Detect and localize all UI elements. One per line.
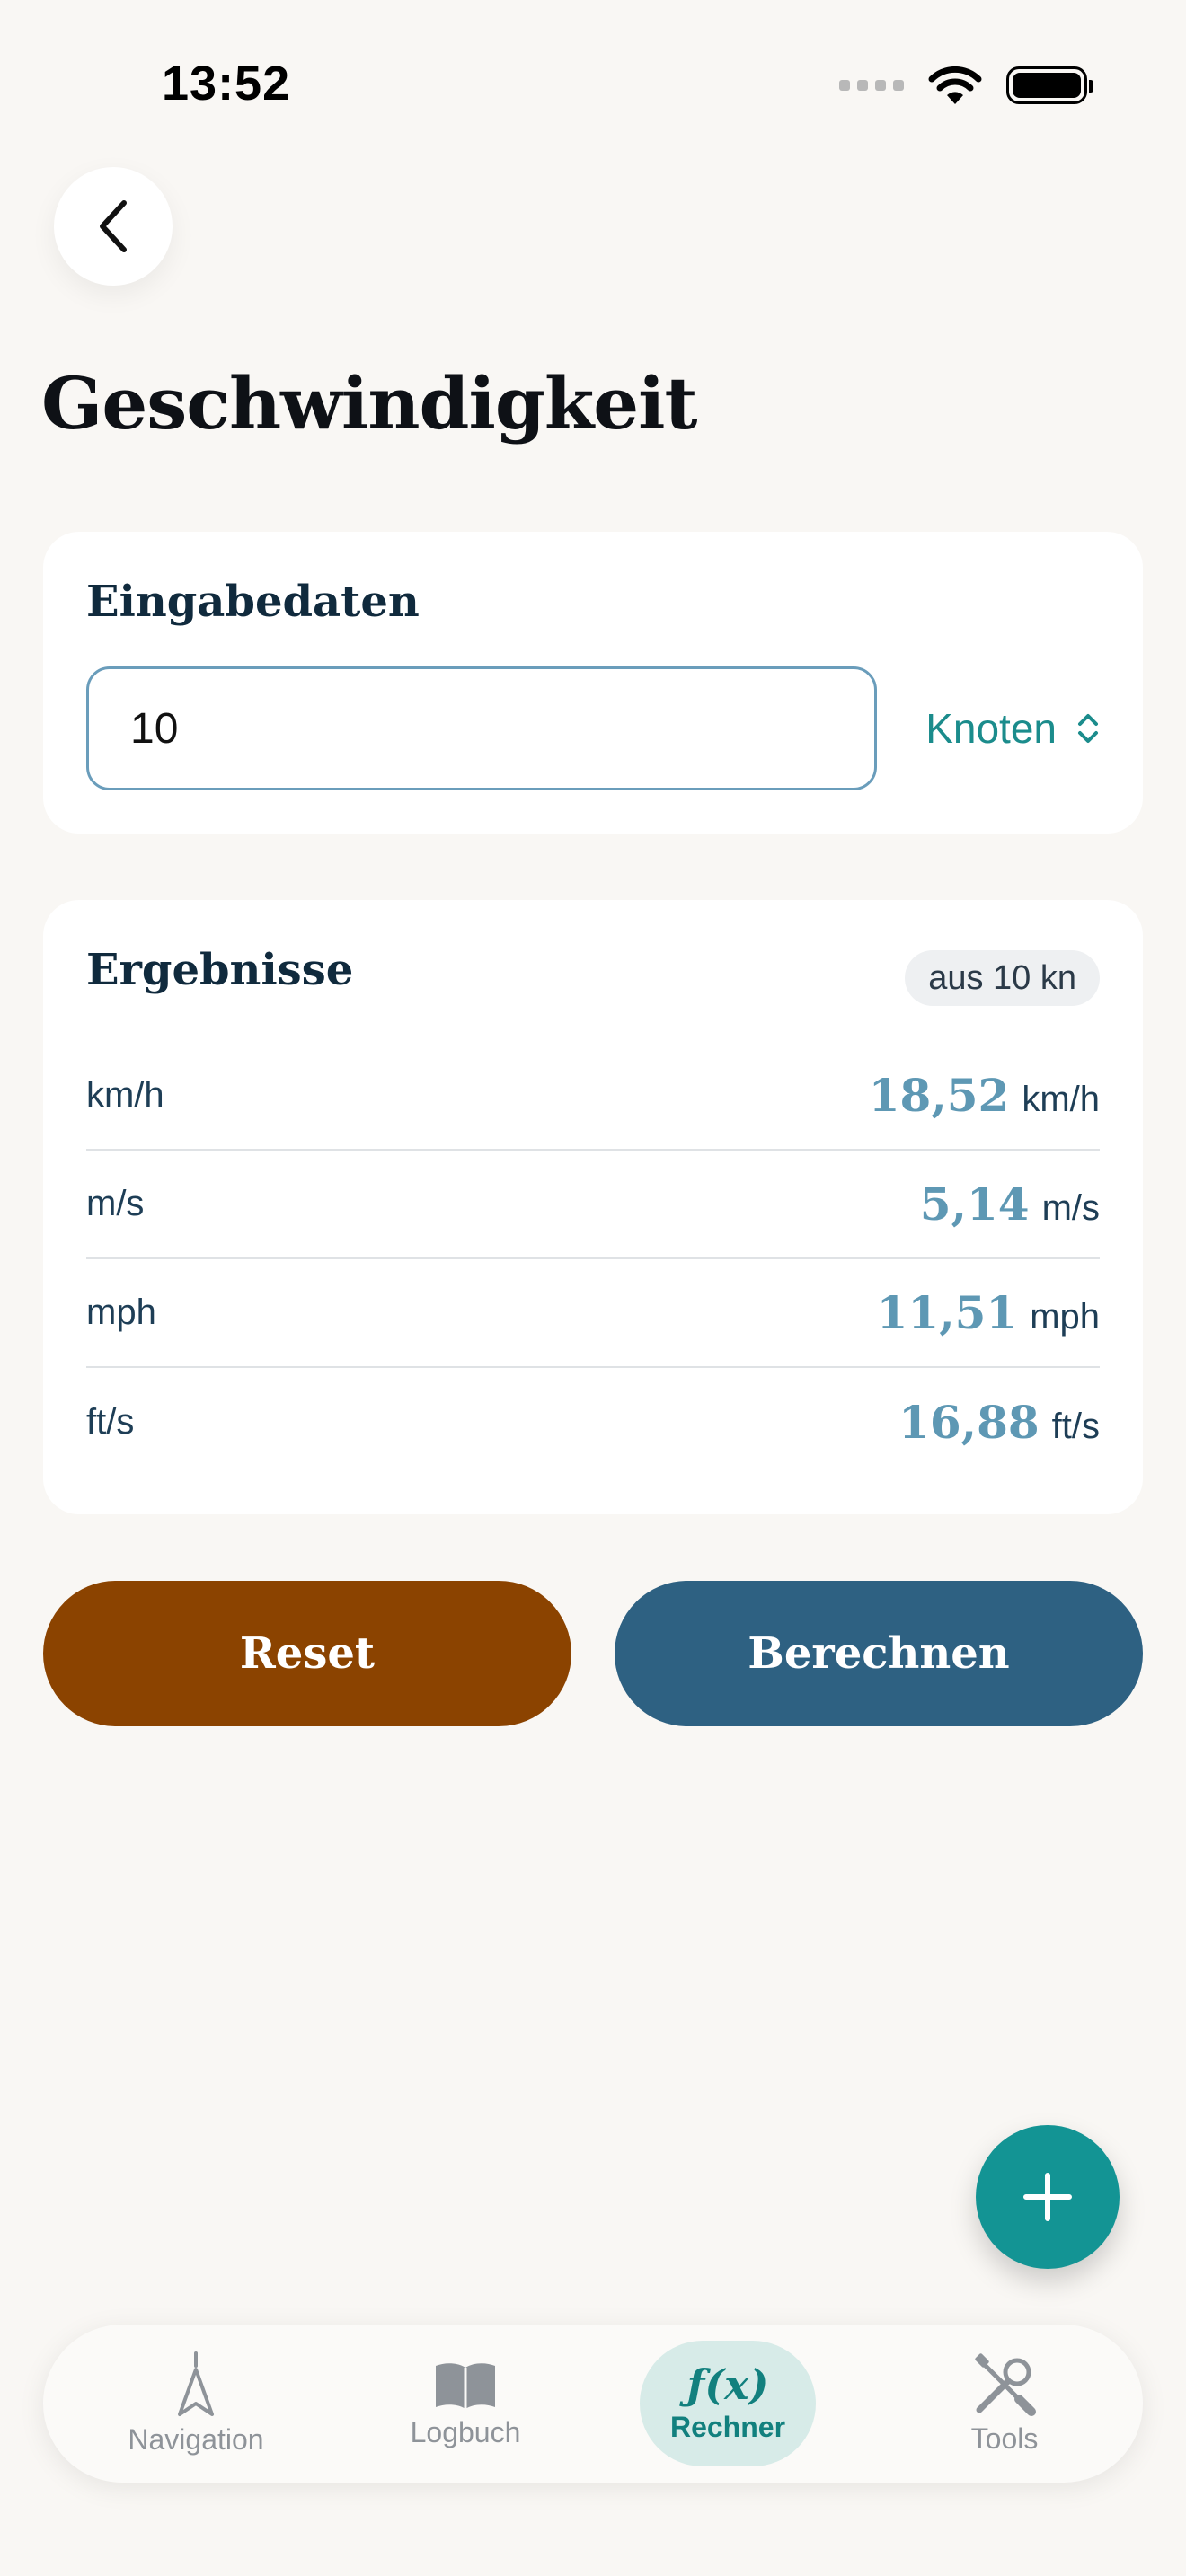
result-number: 5,14: [919, 1178, 1030, 1231]
result-value-group: 16,88 ft/s: [898, 1396, 1100, 1449]
status-icons: [839, 65, 1093, 106]
unit-select[interactable]: Knoten: [925, 666, 1100, 790]
result-unit: mph: [1030, 1297, 1100, 1337]
source-badge: aus 10 kn: [905, 950, 1100, 1006]
calculate-button[interactable]: Berechnen: [615, 1581, 1143, 1726]
function-icon: ƒ(x): [686, 2360, 769, 2409]
tab-rechner[interactable]: ƒ(x) Rechner: [640, 2341, 816, 2466]
tab-logbuch[interactable]: Logbuch: [367, 2325, 564, 2483]
status-time: 13:52: [162, 57, 291, 110]
result-label: ft/s: [86, 1402, 135, 1442]
results-list: km/h 18,52 km/h m/s 5,14 m/s mph 11,51 m…: [86, 1042, 1100, 1477]
result-row-kmh: km/h 18,52 km/h: [86, 1042, 1100, 1151]
results-card-heading: Ergebnisse: [86, 945, 354, 995]
tools-icon: [975, 2352, 1036, 2416]
plus-icon: [1023, 2173, 1072, 2221]
back-button[interactable]: [54, 167, 173, 286]
results-card: Ergebnisse aus 10 kn km/h 18,52 km/h m/s…: [43, 900, 1143, 1514]
result-value-group: 18,52 km/h: [869, 1069, 1100, 1122]
speed-input[interactable]: [86, 666, 877, 790]
result-label: km/h: [86, 1075, 164, 1115]
result-row-ms: m/s 5,14 m/s: [86, 1151, 1100, 1259]
result-unit: m/s: [1041, 1188, 1100, 1228]
unit-select-label: Knoten: [925, 705, 1057, 752]
input-card-heading: Eingabedaten: [86, 577, 420, 627]
reset-button[interactable]: Reset: [43, 1581, 571, 1726]
result-number: 18,52: [868, 1069, 1010, 1122]
calculator-screen: 13:52 Geschwindigkeit Eingabedaten Knote…: [0, 0, 1186, 2576]
tab-bar: Navigation Logbuch ƒ(x) Rechner Tools: [43, 2325, 1143, 2483]
chevron-up-down-icon: [1078, 714, 1098, 743]
result-number: 11,51: [876, 1286, 1018, 1339]
page-title: Geschwindigkeit: [41, 361, 697, 446]
compass-arrow-icon: [178, 2351, 214, 2416]
result-row-mph: mph 11,51 mph: [86, 1259, 1100, 1368]
result-label: mph: [86, 1292, 156, 1332]
result-label: m/s: [86, 1184, 145, 1223]
add-button[interactable]: [976, 2125, 1120, 2269]
tab-label: Tools: [970, 2422, 1039, 2455]
cellular-signal-icon: [839, 80, 904, 91]
result-value-group: 11,51 mph: [877, 1286, 1100, 1339]
battery-icon: [1006, 66, 1093, 104]
result-unit: km/h: [1022, 1080, 1100, 1119]
chevron-left-icon: [100, 200, 127, 252]
tab-tools[interactable]: Tools: [906, 2325, 1103, 2483]
result-row-fts: ft/s 16,88 ft/s: [86, 1368, 1100, 1477]
result-number: 16,88: [898, 1396, 1040, 1449]
result-unit: ft/s: [1051, 1407, 1100, 1446]
tab-label: Logbuch: [410, 2415, 521, 2448]
input-card: Eingabedaten Knoten: [43, 532, 1143, 834]
tab-navigation[interactable]: Navigation: [97, 2325, 295, 2483]
book-icon: [436, 2362, 495, 2409]
tab-label: Navigation: [128, 2422, 264, 2456]
wifi-icon: [928, 66, 982, 104]
result-value-group: 5,14 m/s: [920, 1178, 1100, 1231]
tab-label: Rechner: [669, 2410, 786, 2443]
